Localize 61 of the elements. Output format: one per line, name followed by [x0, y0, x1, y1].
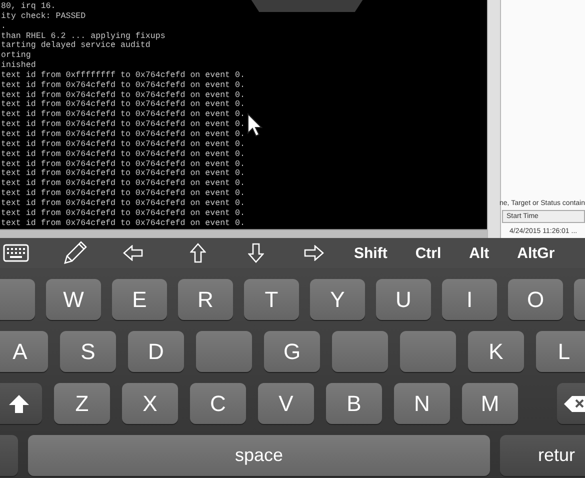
letter-key[interactable]: X [122, 383, 178, 424]
terminal-line: inished [1, 61, 36, 71]
modifier-key[interactable]: Ctrl [415, 244, 442, 262]
letter-key[interactable]: V [258, 383, 314, 424]
modifier-key[interactable]: Shift [354, 244, 388, 262]
shift-icon [8, 394, 30, 414]
pencil-icon[interactable] [62, 240, 88, 266]
up-arrow-icon[interactable] [190, 243, 206, 263]
terminal-line: text id from 0x764cfefd to 0x764cfefd on event 0. [1, 169, 245, 179]
letter-key[interactable]: G [264, 331, 320, 372]
return-key[interactable]: retur [500, 435, 585, 476]
letter-key[interactable]: E [112, 279, 167, 320]
right-arrow-icon[interactable] [304, 245, 324, 261]
terminal-line: ity check: PASSED [1, 12, 86, 22]
terminal-line: text id from 0x764cfefd to 0x764cfefd on event 0. [1, 189, 245, 199]
terminal-line: . [1, 22, 6, 32]
letter-key[interactable]: D [128, 331, 184, 372]
horizontal-scrollbar[interactable] [0, 229, 487, 238]
terminal-line: text id from 0x764cfefd to 0x764cfefd on event 0. [1, 198, 245, 209]
terminal-line: tarting delayed service auditd [1, 41, 150, 51]
letter-key[interactable]: C [190, 383, 246, 424]
terminal-line: text id from 0x764cfefd to 0x764cfefd on event 0. [1, 90, 245, 100]
terminal-line: orting [1, 51, 31, 61]
terminal-line: text id from 0x764cfefd to 0x764cfefd on event 0. [1, 130, 245, 140]
terminal-line: text id from 0x764cfefd to 0x764cfefd on event 0. [1, 160, 245, 169]
space-key[interactable]: space [28, 435, 490, 476]
letter-key[interactable]: S [60, 331, 116, 372]
terminal-line: 80, irq 16. [1, 2, 56, 12]
keyboard-icon[interactable] [3, 244, 29, 262]
letter-key[interactable]: I [442, 279, 497, 320]
terminal-line: text id from 0x764cfefd to 0x764cfefd on event 0. [1, 179, 245, 189]
letter-key[interactable]: K [468, 331, 524, 372]
modifier-key[interactable]: AltGr [517, 244, 555, 262]
terminal-line: text id from 0x764cfefd to 0x764cfefd on event 0. [1, 150, 245, 160]
vertical-scrollbar[interactable] [486, 0, 501, 238]
down-arrow-icon[interactable] [248, 243, 264, 263]
letter-key[interactable]: O [508, 279, 563, 320]
terminal-line: text id from 0x764cfefd to 0x764cfefd on event 0. [1, 110, 245, 120]
letter-key[interactable]: B [326, 383, 382, 424]
letter-key[interactable]: A [0, 331, 48, 372]
mouse-pointer-icon [247, 113, 263, 137]
terminal-line: text id from 0x764cfefd to 0x764cfefd on event 0. [1, 208, 245, 219]
letter-key[interactable]: L [536, 331, 585, 372]
terminal-line: than RHEL 6.2 ... applying fixups [1, 32, 166, 41]
modifier-key[interactable]: Alt [469, 244, 490, 262]
letter-key[interactable]: N [394, 383, 450, 424]
letter-key[interactable]: Y [310, 279, 365, 320]
backspace-icon [563, 394, 585, 412]
terminal-line: text id from 0x764cfefd to 0x764cfefd on event 0. [1, 218, 245, 228]
letter-key[interactable]: T [244, 279, 299, 320]
terminal-line: text id from 0xffffffff to 0x764cfefd on event 0. [1, 70, 245, 81]
letter-key[interactable]: W [46, 279, 101, 320]
letter-key[interactable]: U [376, 279, 431, 320]
terminal-line: text id from 0x764cfefd to 0x764cfefd on event 0. [1, 80, 245, 91]
letter-key[interactable]: R [178, 279, 233, 320]
letter-key[interactable]: Z [54, 383, 110, 424]
letter-key[interactable]: M [462, 383, 518, 424]
terminal-line: text id from 0x764cfefd to 0x764cfefd on event 0. [1, 140, 245, 150]
left-arrow-icon[interactable] [123, 245, 143, 261]
terminal-line: text id from 0x764cfefd to 0x764cfefd on event 0. [1, 120, 245, 130]
terminal-line: text id from 0x764cfefd to 0x764cfefd on event 0. [1, 100, 245, 110]
